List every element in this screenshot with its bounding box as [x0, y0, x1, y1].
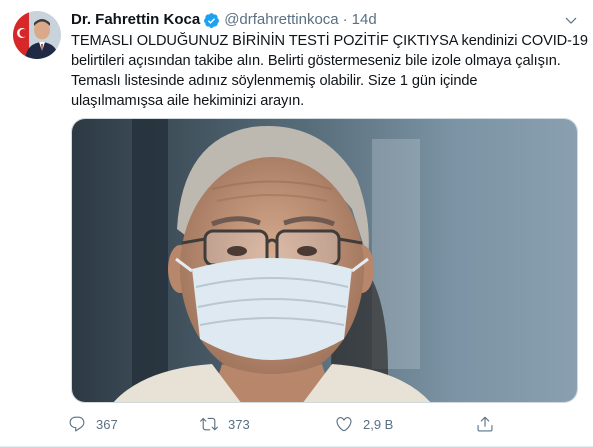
tweet-actions: 367 373 2,9 B [60, 411, 520, 437]
chevron-down-icon [565, 17, 577, 24]
tweet-header: Dr. Fahrettin Koca @drfahrettinkoca · 14… [71, 10, 553, 30]
tweet-photo[interactable] [71, 118, 578, 403]
tweet-text: TEMASLI OLDUĞUNUZ BİRİNİN TESTİ POZİTİF … [71, 31, 588, 111]
heart-icon [327, 411, 361, 437]
reply-icon [60, 411, 94, 437]
share-button[interactable] [468, 411, 502, 437]
author-display-name[interactable]: Dr. Fahrettin Koca [71, 10, 200, 30]
tweet-text-line: belirtileri açısından takibe alın. Belir… [71, 53, 561, 69]
avatar[interactable] [13, 11, 61, 59]
tweet-text-line: Temaslı listesinde adınız söylenmemiş ol… [71, 73, 478, 89]
retweet-icon [192, 411, 226, 437]
retweet-button[interactable]: 373 [192, 411, 250, 437]
photo-elderly-man-face-mask [72, 119, 577, 402]
reply-button[interactable]: 367 [60, 411, 118, 437]
avatar-image [13, 11, 61, 59]
separator-dot: · [342, 11, 348, 28]
tweet-text-line: TEMASLI OLDUĞUNUZ BİRİNİN TESTİ POZİTİF … [71, 33, 588, 49]
author-handle[interactable]: @drfahrettinkoca [224, 10, 338, 30]
like-count: 2,9 B [363, 416, 394, 432]
reply-count: 367 [96, 416, 118, 432]
tweet[interactable]: Dr. Fahrettin Koca @drfahrettinkoca · 14… [0, 0, 593, 447]
verified-badge-icon [203, 12, 220, 29]
tweet-text-line: ulaşılmamışsa aile hekiminizi arayın. [71, 93, 305, 109]
retweet-count: 373 [228, 416, 250, 432]
tweet-timestamp[interactable]: 14d [352, 10, 377, 30]
more-options-button[interactable] [560, 10, 582, 32]
share-icon [468, 411, 502, 437]
like-button[interactable]: 2,9 B [327, 411, 393, 437]
